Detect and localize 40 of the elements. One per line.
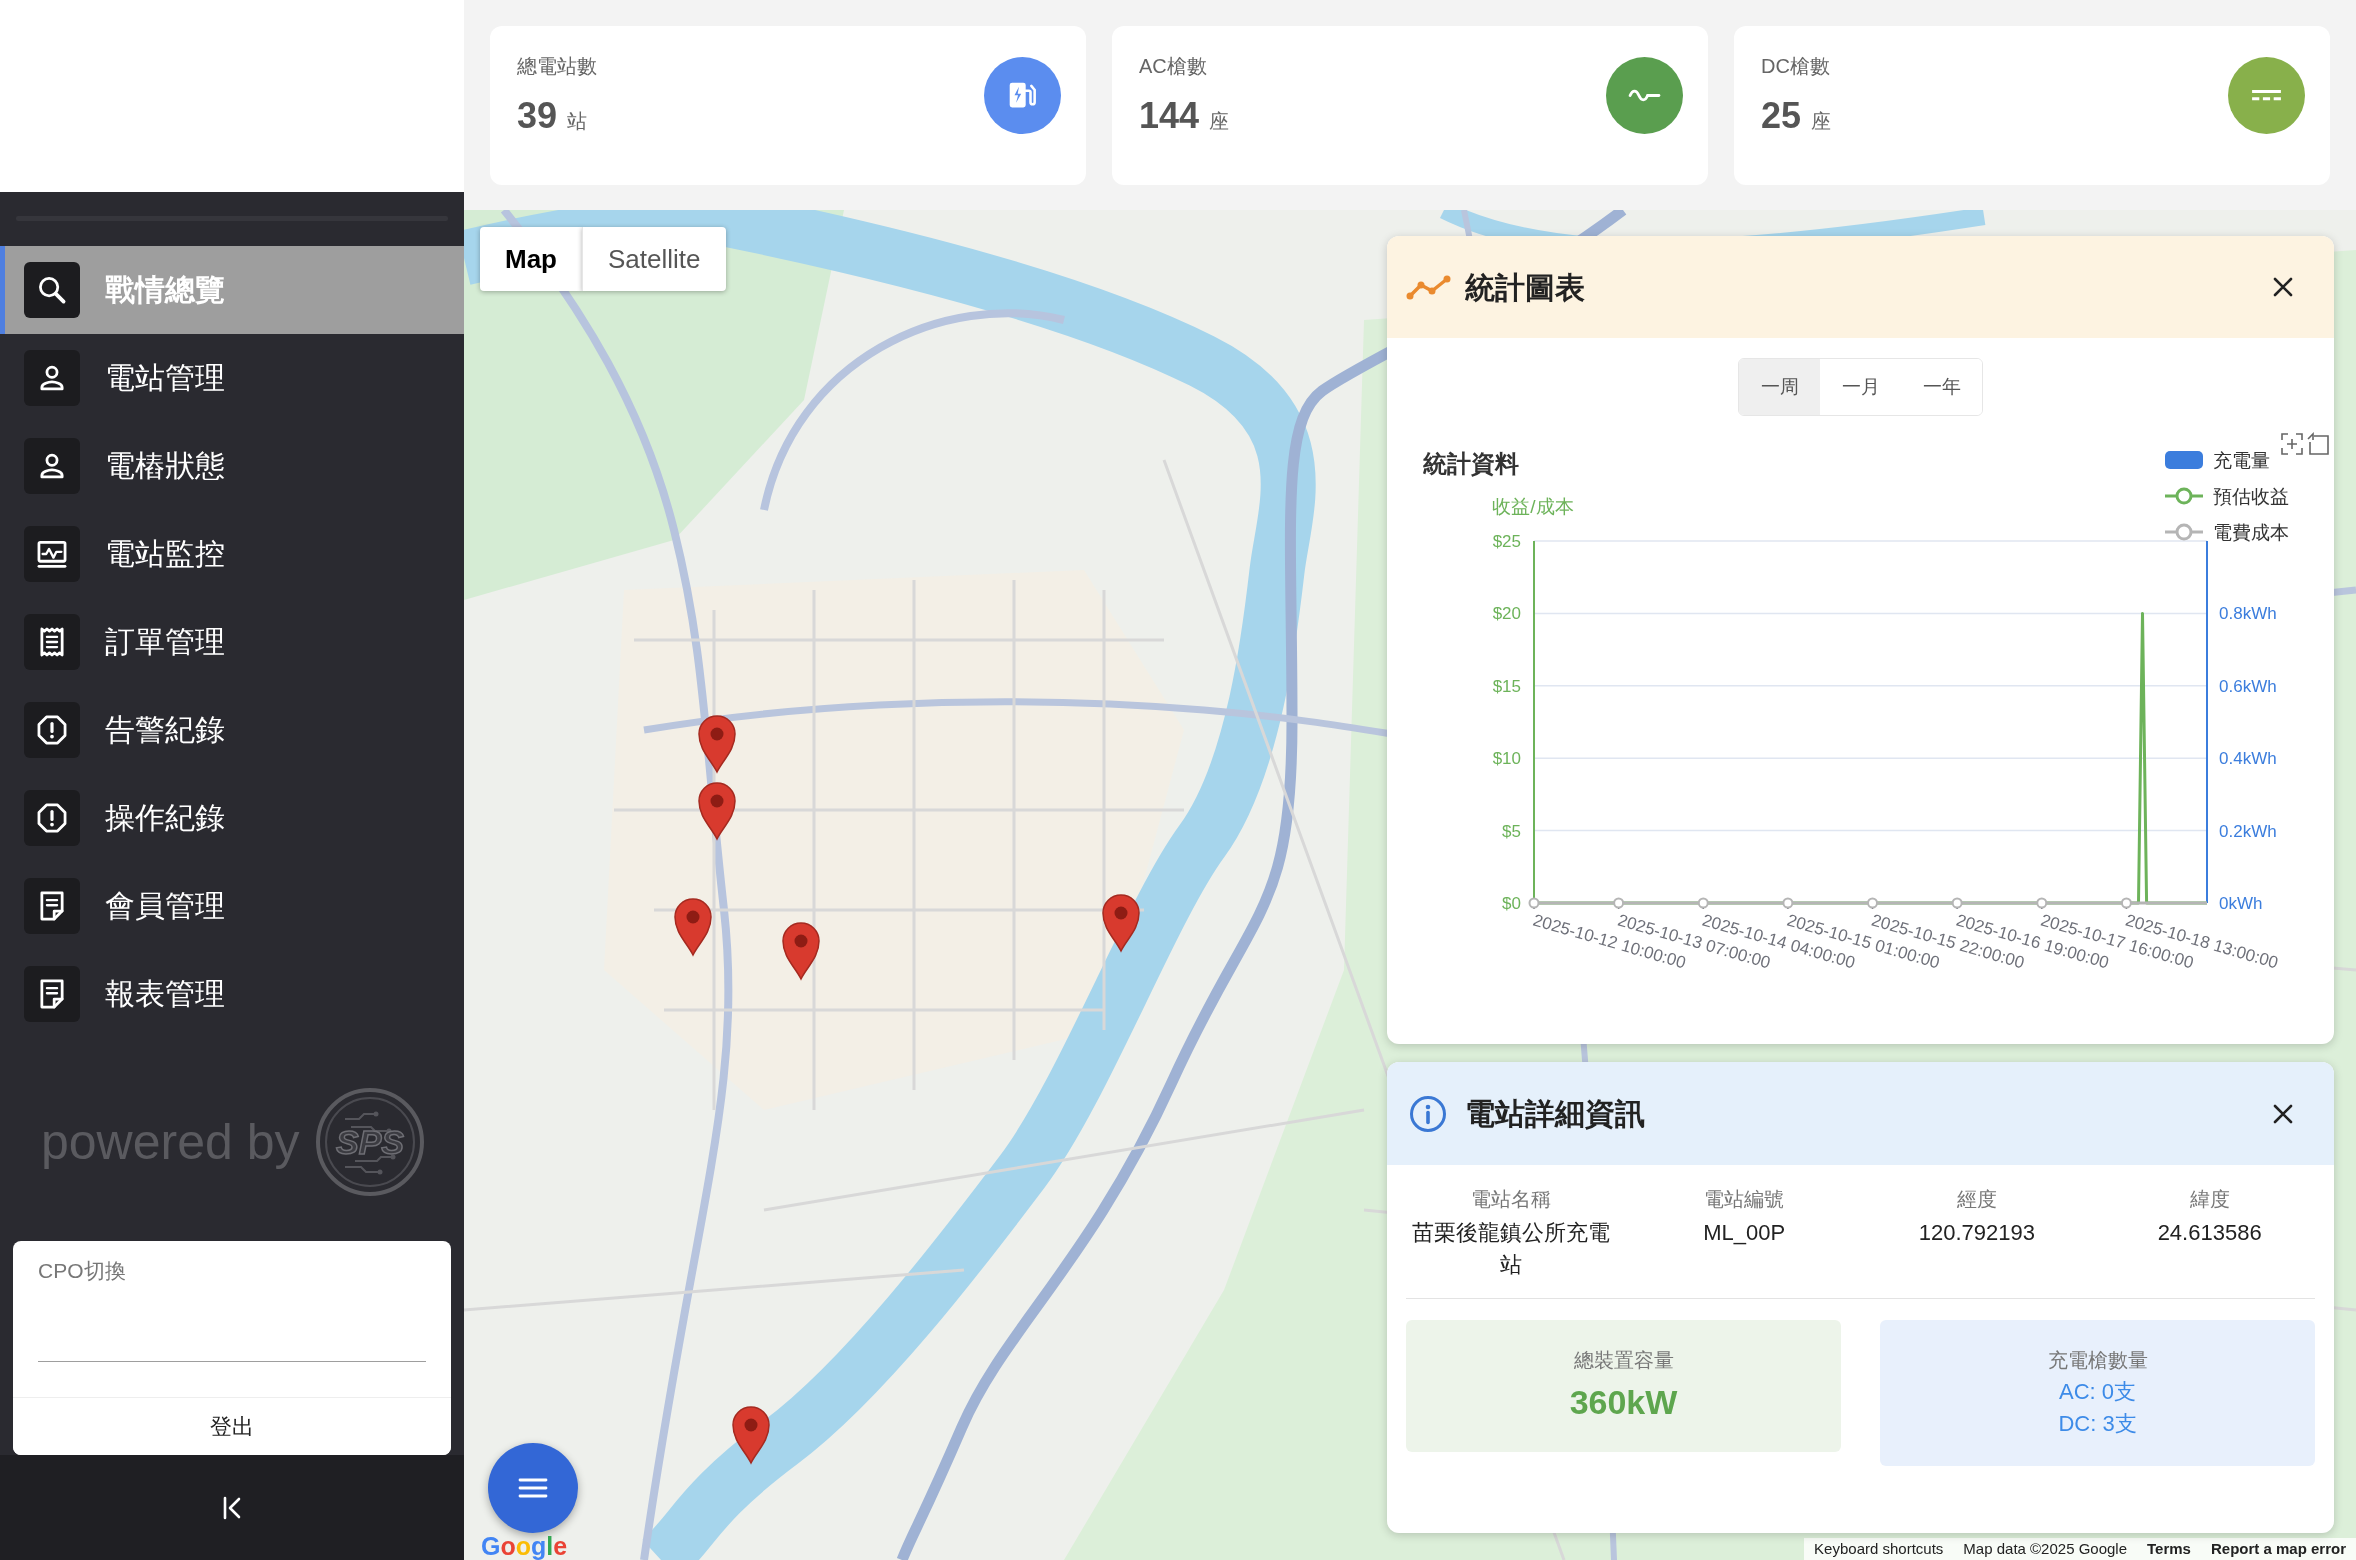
field-label: 經度 [1956,1187,1997,1212]
y-tick-label: $15 [1492,676,1521,696]
gun-count-value: DC: 3支 [2058,1410,2137,1438]
y2-tick-label: 0.4kWh [2219,749,2277,769]
google-logo: Google [481,1533,568,1559]
stat-value: 144 [1139,96,1200,136]
stat-label: AC槍數 [1139,54,1207,79]
field-label: 電站名稱 [1471,1187,1552,1212]
y-tick-label: $5 [1502,821,1521,841]
axis-title: 收益/成本 [1492,496,1574,517]
y-tick-label: $20 [1492,604,1521,624]
stat-unit: 座 [1811,109,1832,134]
stat-value: 25 [1761,96,1802,136]
capacity-value: 360kW [1569,1382,1678,1423]
y2-tick-label: 0.6kWh [2219,676,2277,696]
field-value: ML_00P [1703,1219,1786,1247]
stat-unit: 座 [1209,109,1230,134]
y2-tick-label: 0.8kWh [2219,604,2277,624]
field-label: 緯度 [2189,1187,2230,1212]
gun-count-label: 充電槍數量 [2047,1348,2148,1373]
stat-unit: 站 [567,109,588,134]
attribution-text: Map data ©2025 Google [1963,1538,2128,1559]
gun-count-value: AC: 0支 [2059,1378,2136,1406]
panel-title: 電站詳細資訊 [1465,1096,1645,1132]
field-value: 苗栗後龍鎮公所充電站 [1411,1219,1612,1279]
company-logo: SPS [314,1087,425,1197]
y-tick-label: $10 [1492,749,1521,769]
y-tick-label: $25 [1492,532,1521,551]
field-value: 24.613586 [2157,1219,2262,1247]
field-label: 電站編號 [1704,1187,1785,1212]
chart-title: 統計資料 [1423,450,1519,477]
y-tick-label: $0 [1502,894,1521,913]
stat-value: 39 [517,96,558,136]
y2-tick-label: 0.2kWh [2219,821,2277,841]
field-value: 120.792193 [1918,1219,2035,1247]
y2-tick-label: 0kWh [2219,894,2263,913]
panel-title: 統計圖表 [1465,269,1585,306]
capacity-label: 總裝置容量 [1573,1348,1674,1373]
stat-label: DC槍數 [1761,54,1830,79]
stat-label: 總電站數 [517,54,597,79]
